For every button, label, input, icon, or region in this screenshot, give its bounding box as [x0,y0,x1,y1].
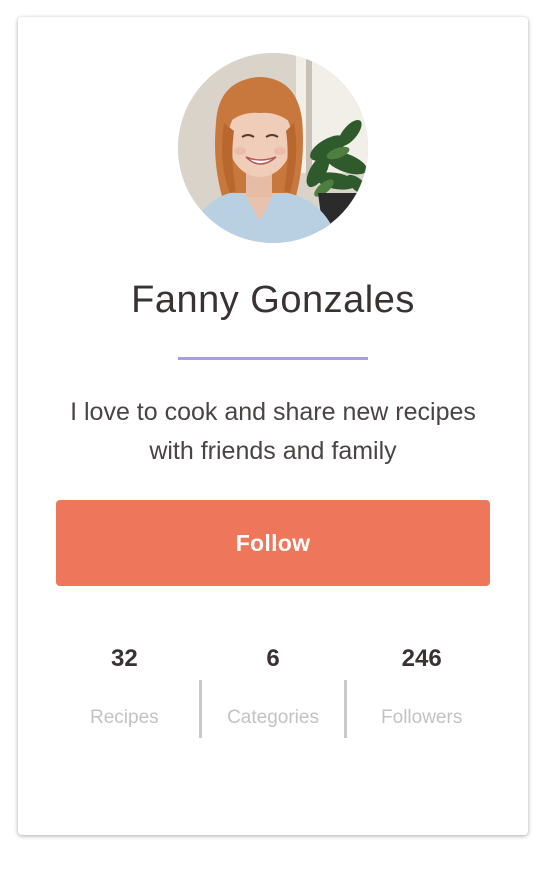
profile-stats: 32 Recipes 6 Categories 246 Followers [50,642,496,742]
profile-bio: I love to cook and share new recipes wit… [70,398,476,465]
stat-followers-value: 246 [401,645,442,672]
stat-categories-label: Categories [227,707,319,728]
avatar [178,53,368,243]
stat-recipes-label: Recipes [90,707,159,728]
avatar-photo [178,53,368,243]
stat-recipes: 32 Recipes [50,642,199,742]
stat-recipes-value: 32 [110,645,138,672]
follow-button[interactable]: Follow [56,500,490,586]
profile-name: Fanny Gonzales [131,279,415,321]
stat-followers: 246 Followers [347,642,496,742]
profile-card: Fanny Gonzales I love to cook and share … [18,17,528,835]
stat-categories: 6 Categories [198,642,348,742]
name-divider [178,357,368,360]
stat-followers-label: Followers [381,707,463,728]
stat-categories-value: 6 [266,645,280,672]
